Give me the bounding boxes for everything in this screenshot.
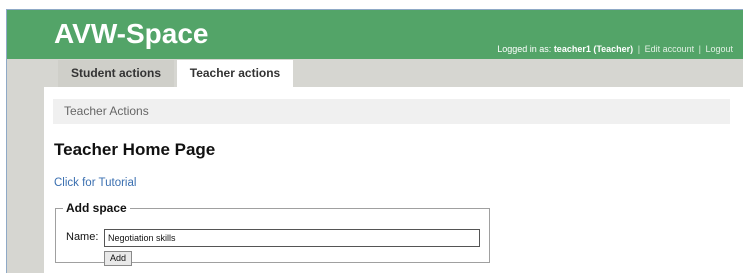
header-bar: AVW-Space Logged in as: teacher1 (Teache… <box>7 10 743 59</box>
app-title[interactable]: AVW-Space <box>54 18 209 50</box>
edit-account-link[interactable]: Edit account <box>645 44 695 54</box>
tab-teacher-actions[interactable]: Teacher actions <box>177 60 293 87</box>
account-bar: Logged in as: teacher1 (Teacher) | Edit … <box>497 44 733 54</box>
tutorial-link[interactable]: Click for Tutorial <box>54 177 136 189</box>
logged-in-user: teacher1 (Teacher) <box>553 44 634 54</box>
name-label: Name: <box>66 231 99 243</box>
logout-link[interactable]: Logout <box>705 44 733 54</box>
tab-student-actions[interactable]: Student actions <box>58 60 174 87</box>
separator: | <box>637 44 641 54</box>
content-panel: Teacher Actions Teacher Home Page Click … <box>44 87 743 273</box>
add-button[interactable]: Add <box>104 251 132 266</box>
space-name-input[interactable] <box>104 229 480 247</box>
page-title: Teacher Home Page <box>54 140 216 159</box>
app-window: AVW-Space Logged in as: teacher1 (Teache… <box>6 9 743 273</box>
logged-in-prefix: Logged in as: <box>497 44 552 54</box>
add-space-form: Add space Name: Add <box>55 201 490 266</box>
add-space-legend: Add space <box>66 201 127 215</box>
breadcrumb: Teacher Actions <box>53 99 730 124</box>
separator: | <box>698 44 701 54</box>
